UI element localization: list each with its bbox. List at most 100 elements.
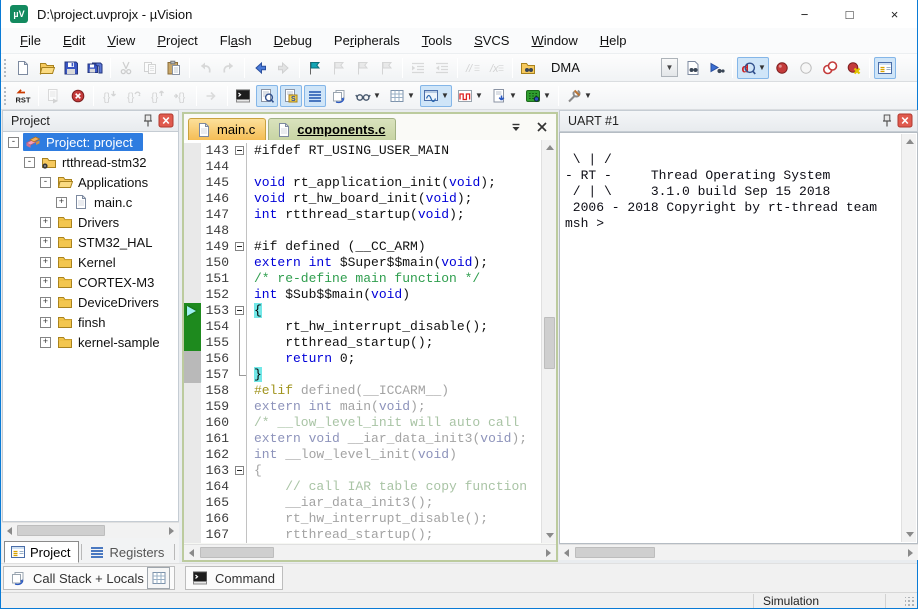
- uncomment-button[interactable]: /x: [486, 57, 508, 79]
- project-window-toggle-button[interactable]: [874, 57, 896, 79]
- dropdown-arrow-icon[interactable]: ▼: [373, 91, 381, 100]
- expand-icon[interactable]: +: [40, 337, 51, 348]
- close-icon[interactable]: [897, 114, 913, 129]
- symbols-window-button[interactable]: S: [280, 85, 302, 107]
- step-into-button[interactable]: {}: [98, 85, 120, 107]
- run-button[interactable]: [43, 85, 65, 107]
- breakpoint-margin[interactable]: [184, 431, 201, 447]
- tree-item-kernel[interactable]: +Kernel: [3, 252, 178, 272]
- editor-horizontal-scrollbar[interactable]: [184, 544, 556, 560]
- breakpoint-margin[interactable]: [184, 303, 201, 319]
- expand-icon[interactable]: +: [40, 237, 51, 248]
- breakpoint-margin[interactable]: [184, 383, 201, 399]
- breakpoint-margin[interactable]: [184, 415, 201, 431]
- breakpoint-margin[interactable]: [184, 239, 201, 255]
- copy-button[interactable]: [139, 57, 161, 79]
- tree-item-cortex-m3[interactable]: +CORTEX-M3: [3, 272, 178, 292]
- project-horizontal-scrollbar[interactable]: [2, 522, 179, 538]
- breakpoint-margin[interactable]: [184, 495, 201, 511]
- dropdown-arrow-icon[interactable]: ▼: [407, 91, 415, 100]
- breakpoint-kill-all-button[interactable]: [843, 57, 865, 79]
- breakpoint-margin[interactable]: [184, 207, 201, 223]
- bookmark-toggle-button[interactable]: [304, 57, 326, 79]
- toolbar-drag-handle[interactable]: [3, 58, 8, 78]
- memory-window-button[interactable]: ▼: [386, 85, 418, 107]
- breakpoint-margin[interactable]: [184, 143, 201, 159]
- dropdown-arrow-icon[interactable]: ▼: [758, 63, 766, 72]
- menu-file[interactable]: File: [9, 29, 52, 52]
- fold-collapse-icon[interactable]: [235, 242, 244, 251]
- menu-view[interactable]: View: [96, 29, 146, 52]
- callstack-window-button[interactable]: [328, 85, 350, 107]
- paste-button[interactable]: [163, 57, 185, 79]
- dropdown-arrow-icon[interactable]: ▼: [509, 91, 517, 100]
- stop-button[interactable]: [67, 85, 89, 107]
- tree-item-main-c[interactable]: +main.c: [3, 192, 178, 212]
- menu-edit[interactable]: Edit: [52, 29, 96, 52]
- breakpoint-margin[interactable]: [184, 335, 201, 351]
- system-viewer-button[interactable]: ▼: [488, 85, 520, 107]
- menu-peripherals[interactable]: Peripherals: [323, 29, 411, 52]
- menu-svcs[interactable]: SVCS: [463, 29, 520, 52]
- combo-dropdown-icon[interactable]: ▼: [661, 58, 678, 77]
- resize-grip-icon[interactable]: [905, 597, 915, 607]
- watch-window-button[interactable]: ▼: [352, 85, 384, 107]
- command-tab[interactable]: Command: [185, 566, 283, 590]
- editor-tab-components-c[interactable]: components.c: [268, 118, 396, 140]
- unindent-button[interactable]: [431, 57, 453, 79]
- close-tab-icon[interactable]: [534, 119, 550, 135]
- breakpoint-enable-disable-button[interactable]: [795, 57, 817, 79]
- menu-flash[interactable]: Flash: [209, 29, 263, 52]
- menu-debug[interactable]: Debug: [263, 29, 323, 52]
- toolbar-drag-handle[interactable]: [3, 86, 8, 106]
- indent-button[interactable]: [407, 57, 429, 79]
- pin-icon[interactable]: [879, 114, 895, 129]
- breakpoint-margin[interactable]: [184, 351, 201, 367]
- dropdown-arrow-icon[interactable]: ▼: [475, 91, 483, 100]
- incremental-find-button[interactable]: [706, 57, 728, 79]
- bookmark-prev-button[interactable]: [352, 57, 374, 79]
- breakpoint-margin[interactable]: [184, 271, 201, 287]
- expand-icon[interactable]: +: [56, 197, 67, 208]
- undo-button[interactable]: [194, 57, 216, 79]
- scrollbar-thumb[interactable]: [17, 525, 105, 536]
- expand-icon[interactable]: +: [40, 217, 51, 228]
- dropdown-arrow-icon[interactable]: ▼: [441, 91, 449, 100]
- menu-tools[interactable]: Tools: [411, 29, 463, 52]
- breakpoint-margin[interactable]: [184, 367, 201, 383]
- debug-tools-button[interactable]: ▼: [563, 85, 595, 107]
- fold-collapse-icon[interactable]: [235, 466, 244, 475]
- tab-list-icon[interactable]: [508, 119, 524, 135]
- uart-terminal[interactable]: \ | /- RT - Thread Operating System / | …: [561, 134, 901, 542]
- open-button[interactable]: [36, 57, 58, 79]
- tree-item-finsh[interactable]: +finsh: [3, 312, 178, 332]
- uart-vertical-scrollbar[interactable]: [901, 134, 916, 542]
- scrollbar-thumb[interactable]: [575, 547, 655, 558]
- menu-project[interactable]: Project: [146, 29, 208, 52]
- tree-item-stm32-hal[interactable]: +STM32_HAL: [3, 232, 178, 252]
- breakpoint-margin[interactable]: [184, 191, 201, 207]
- maximize-button[interactable]: □: [827, 0, 872, 28]
- close-icon[interactable]: [158, 114, 174, 129]
- navigate-back-button[interactable]: [249, 57, 271, 79]
- show-next-statement-button[interactable]: [201, 85, 223, 107]
- expand-icon[interactable]: +: [40, 257, 51, 268]
- step-over-button[interactable]: {}: [122, 85, 144, 107]
- breakpoint-margin[interactable]: [184, 319, 201, 335]
- panel-tab-project[interactable]: Project: [4, 541, 79, 563]
- editor-vertical-scrollbar[interactable]: [541, 140, 556, 543]
- breakpoint-margin[interactable]: [184, 447, 201, 463]
- expand-icon[interactable]: +: [40, 317, 51, 328]
- cut-button[interactable]: [115, 57, 137, 79]
- expand-icon[interactable]: +: [40, 297, 51, 308]
- bookmark-next-button[interactable]: [328, 57, 350, 79]
- define-search-button[interactable]: d▼: [737, 57, 769, 79]
- tree-item-applications[interactable]: -Applications: [3, 172, 178, 192]
- toolbox-button[interactable]: ▼: [522, 85, 554, 107]
- tree-item-drivers[interactable]: +Drivers: [3, 212, 178, 232]
- breakpoint-toggle-button[interactable]: [771, 57, 793, 79]
- breakpoint-disable-all-button[interactable]: [819, 57, 841, 79]
- find-in-files-button[interactable]: [517, 57, 539, 79]
- menu-help[interactable]: Help: [589, 29, 638, 52]
- reset-cpu-button[interactable]: RST: [12, 85, 34, 107]
